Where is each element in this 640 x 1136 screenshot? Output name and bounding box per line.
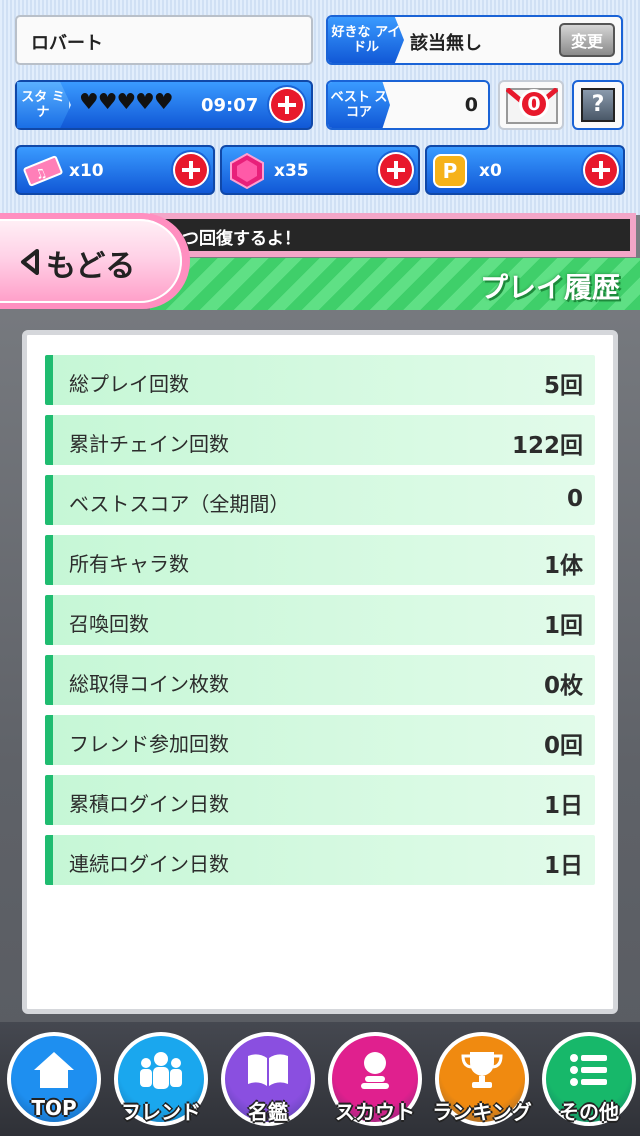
stat-value: 122回 bbox=[511, 433, 583, 459]
stamina-box: スタ ミナ ♥♥♥♥♥ 09:07 bbox=[15, 80, 313, 130]
stat-row: 総プレイ回数 5回 bbox=[45, 355, 595, 405]
stat-label: 累計チェイン回数 bbox=[69, 432, 229, 456]
book-icon bbox=[248, 1054, 288, 1086]
nav-icon-box bbox=[439, 1050, 525, 1090]
nav-label: その他 bbox=[559, 1100, 619, 1124]
back-label: もどる bbox=[46, 249, 136, 284]
stat-value: 1日 bbox=[543, 793, 583, 819]
best-score-tag: ベスト スコア bbox=[328, 82, 390, 128]
stamina-tag: スタ ミナ bbox=[17, 82, 71, 128]
stat-label: 所有キャラ数 bbox=[69, 552, 189, 576]
stat-row: 所有キャラ数 1体 bbox=[45, 535, 595, 585]
stat-label: 総取得コイン枚数 bbox=[69, 672, 229, 696]
stat-value: 1日 bbox=[543, 853, 583, 879]
stat-value: 1回 bbox=[543, 613, 583, 639]
nav-ranking-button[interactable]: ランキング bbox=[429, 1028, 535, 1134]
favorite-idol-box: 好きな アイドル 該当無し 変更 bbox=[326, 15, 623, 65]
nav-top-button[interactable]: TOP bbox=[1, 1028, 107, 1134]
stat-value: 1体 bbox=[543, 553, 583, 579]
add-ticket-button[interactable] bbox=[171, 150, 211, 190]
favorite-idol-tag: 好きな アイドル bbox=[328, 17, 404, 63]
best-score-value: 0 bbox=[464, 94, 478, 116]
point-count: x0 bbox=[479, 161, 502, 181]
nav-catalog-button[interactable]: 名鑑 bbox=[215, 1028, 321, 1134]
home-icon bbox=[34, 1052, 74, 1088]
nav-scout-button[interactable]: スカウト bbox=[322, 1028, 428, 1134]
plus-icon bbox=[271, 89, 303, 121]
nav-label: 名鑑 bbox=[248, 1100, 288, 1124]
stat-label: 総プレイ回数 bbox=[69, 372, 189, 396]
menu-list-icon bbox=[570, 1054, 607, 1086]
section-title: プレイ履歴 bbox=[479, 271, 620, 304]
stat-row: 召喚回数 1回 bbox=[45, 595, 595, 645]
nav-label: ランキング bbox=[432, 1100, 532, 1124]
ticket-count: x10 bbox=[69, 161, 104, 181]
nav-icon-box bbox=[225, 1050, 311, 1090]
stat-value: 0枚 bbox=[543, 673, 583, 699]
stat-label: 累積ログイン日数 bbox=[69, 792, 229, 816]
stat-value: 0回 bbox=[543, 733, 583, 759]
add-gem-button[interactable] bbox=[376, 150, 416, 190]
nav-label: TOP bbox=[31, 1096, 77, 1120]
nav-icon-box bbox=[11, 1050, 97, 1090]
nav-label: フレンド bbox=[121, 1100, 201, 1124]
stamina-timer: 09:07 bbox=[201, 95, 259, 116]
stat-label: 召喚回数 bbox=[69, 612, 149, 636]
ticket-icon: ♫ bbox=[23, 155, 63, 187]
friends-icon bbox=[140, 1052, 182, 1089]
stat-label: 連続ログイン日数 bbox=[69, 852, 229, 876]
stat-value: 0 bbox=[566, 486, 583, 512]
player-name: ロバート bbox=[31, 33, 103, 54]
best-score-box: ベスト スコア 0 bbox=[326, 80, 490, 130]
nav-icon-box bbox=[332, 1050, 418, 1090]
nav-other-button[interactable]: その他 bbox=[536, 1028, 640, 1134]
ticker-text: つ回復するよ！ bbox=[182, 229, 301, 249]
help-icon: ? bbox=[581, 88, 615, 122]
section-header: プレイ履歴 bbox=[150, 258, 640, 310]
scout-icon bbox=[361, 1052, 389, 1089]
news-ticker: つ回復するよ！ bbox=[156, 219, 630, 251]
ticket-currency: ♫ x10 bbox=[15, 145, 215, 195]
back-arrow-icon bbox=[21, 249, 39, 275]
plus-icon bbox=[380, 154, 412, 186]
nav-icon-box bbox=[118, 1050, 204, 1090]
gem-currency: x35 bbox=[220, 145, 420, 195]
nav-label: スカウト bbox=[335, 1100, 415, 1124]
stat-row: 累計チェイン回数 122回 bbox=[45, 415, 595, 465]
point-coin-icon: P bbox=[433, 154, 467, 188]
gem-icon bbox=[230, 153, 264, 189]
stat-row: 総取得コイン枚数 0枚 bbox=[45, 655, 595, 705]
mail-button[interactable]: 0 bbox=[498, 80, 564, 130]
add-stamina-button[interactable] bbox=[267, 85, 307, 125]
stat-row: ベストスコア（全期間） 0 bbox=[45, 475, 595, 525]
nav-friend-button[interactable]: フレンド bbox=[108, 1028, 214, 1134]
change-favorite-button[interactable]: 変更 bbox=[559, 23, 615, 57]
point-currency: P x0 bbox=[425, 145, 625, 195]
gem-count: x35 bbox=[274, 161, 309, 181]
stat-value: 5回 bbox=[543, 373, 583, 399]
stat-row: 連続ログイン日数 1日 bbox=[45, 835, 595, 885]
stat-row: 累積ログイン日数 1日 bbox=[45, 775, 595, 825]
help-button[interactable]: ? bbox=[572, 80, 624, 130]
mail-count-badge: 0 bbox=[519, 89, 549, 119]
plus-icon bbox=[585, 154, 617, 186]
stat-row: フレンド参加回数 0回 bbox=[45, 715, 595, 765]
trophy-icon bbox=[461, 1052, 503, 1088]
stat-label: フレンド参加回数 bbox=[69, 732, 229, 756]
nav-icon-box bbox=[546, 1050, 632, 1090]
add-point-button[interactable] bbox=[581, 150, 621, 190]
plus-icon bbox=[175, 154, 207, 186]
stat-label: ベストスコア（全期間） bbox=[69, 492, 290, 516]
player-name-field: ロバート bbox=[15, 15, 313, 65]
favorite-idol-value: 該当無し bbox=[410, 33, 482, 54]
stamina-hearts-icon: ♥♥♥♥♥ bbox=[79, 90, 174, 115]
back-button[interactable]: もどる bbox=[0, 219, 182, 303]
